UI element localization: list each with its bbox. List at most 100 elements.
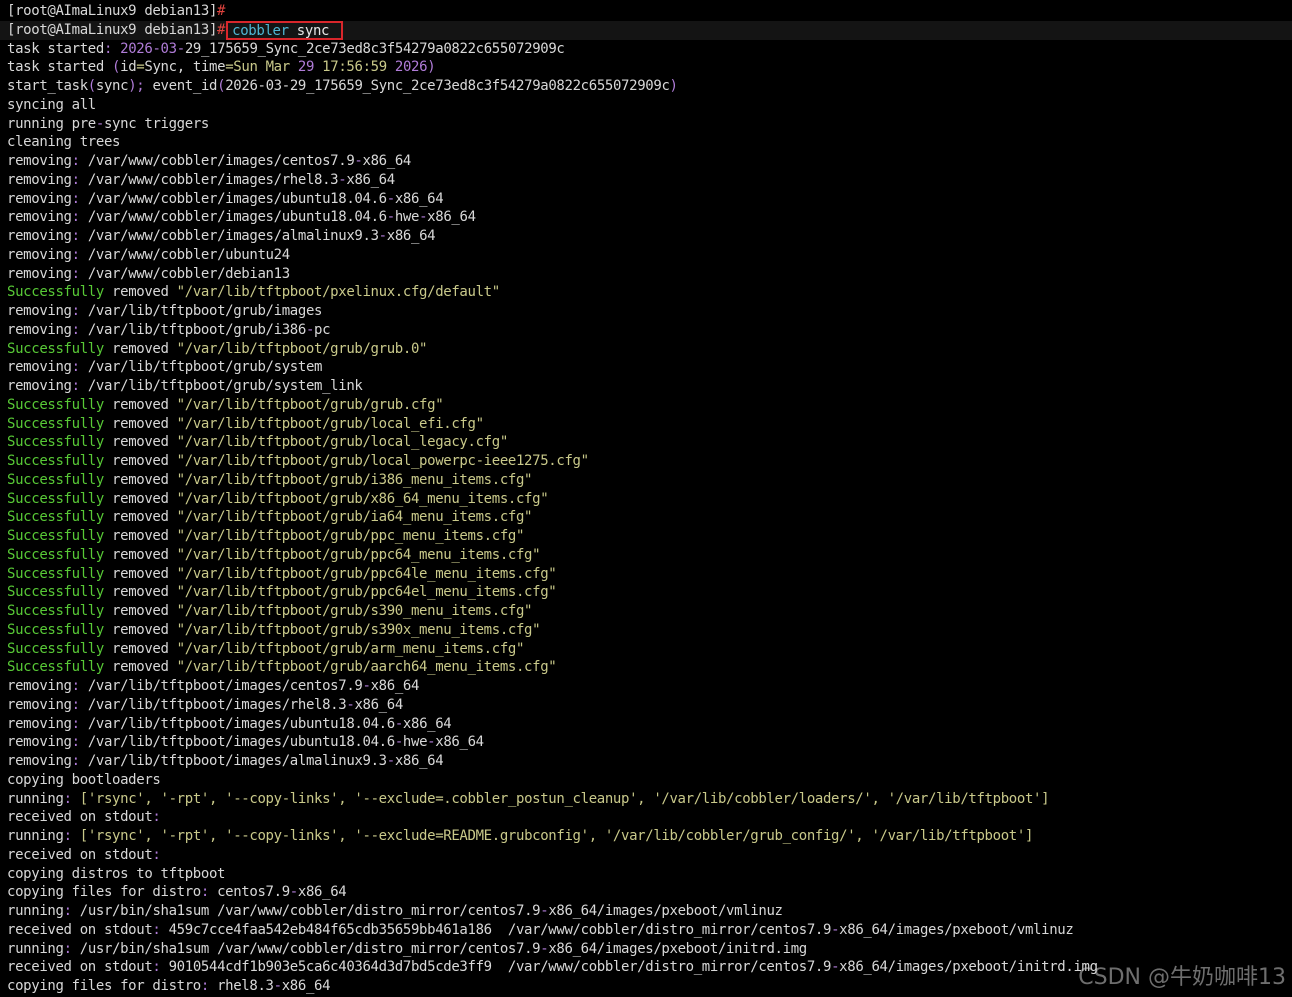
terminal-line: Successfully removed "/var/lib/tftpboot/… <box>7 527 1292 546</box>
output-text: x86_64 <box>362 153 412 169</box>
output-text: : <box>152 959 161 976</box>
output-text: : <box>71 246 80 263</box>
output-text: /var/lib/tftpboot/images/rhel8.3 <box>79 696 347 713</box>
terminal-line: Successfully removed "/var/lib/tftpboot/… <box>7 452 1292 471</box>
output-text: pc <box>314 321 331 338</box>
output-text: removing <box>7 678 72 694</box>
output-text: "/var/lib/tftpboot/grub/i386_menu_items.… <box>176 471 533 488</box>
output-text: removing <box>7 153 72 169</box>
terminal-line: removing: /var/lib/tftpboot/grub/images <box>7 302 1292 321</box>
output-text: sync triggers <box>103 115 209 132</box>
output-text: removed <box>103 284 177 301</box>
terminal-line: removing: /var/lib/tftpboot/grub/system_… <box>7 377 1292 396</box>
output-text: removed <box>103 603 177 619</box>
output-text: /var/www/cobbler/ubuntu24 <box>79 246 290 263</box>
terminal-line: start_task(sync); event_id(2026-03-29_17… <box>7 77 1292 96</box>
output-text: - <box>95 115 104 132</box>
terminal-line: running pre-sync triggers <box>7 115 1292 134</box>
output-text: /usr/bin/sha1sum /var/www/cobbler/distro… <box>71 940 541 957</box>
output-text: "/var/lib/tftpboot/grub/grub.cfg" <box>176 396 444 413</box>
output-text: ( <box>112 59 121 76</box>
terminal-line: copying files for distro: centos7.9-x86_… <box>7 883 1292 902</box>
output-text: : <box>63 903 72 919</box>
terminal-line: running: /usr/bin/sha1sum /var/www/cobbl… <box>7 940 1292 959</box>
output-text: task started <box>7 40 104 57</box>
output-text: - <box>152 40 161 57</box>
output-text: : <box>63 940 72 957</box>
terminal-line: running: ['rsync', '-rpt', '--copy-links… <box>7 790 1292 809</box>
output-text: Successfully <box>7 640 104 657</box>
output-text: Successfully <box>7 340 104 357</box>
output-text: "/var/lib/tftpboot/grub/ia64_menu_items.… <box>176 509 533 526</box>
output-text: /var/www/cobbler/images/rhel8.3 <box>79 171 339 188</box>
output-text: received on stdout <box>7 846 153 863</box>
watermark: CSDN @牛奶咖啡13 <box>1078 965 1286 990</box>
terminal-line: Successfully removed "/var/lib/tftpboot/… <box>7 565 1292 584</box>
output-text: - <box>354 153 363 169</box>
terminal-line: removing: /var/www/cobbler/images/centos… <box>7 152 1292 171</box>
output-text: centos7.9 <box>208 884 290 901</box>
terminal-line: Successfully removed "/var/lib/tftpboot/… <box>7 583 1292 602</box>
output-text: copying bootloaders <box>7 771 161 788</box>
terminal-line: removing: /var/lib/tftpboot/images/ubunt… <box>7 715 1292 734</box>
output-text: : <box>71 734 80 751</box>
output-text: Successfully <box>7 565 104 582</box>
output-text: x86_64 <box>394 753 444 769</box>
output-text: 2026 <box>394 59 428 76</box>
output-text: "/var/lib/tftpboot/grub/x86_64_menu_item… <box>176 490 549 507</box>
output-text: "/var/lib/tftpboot/grub/ppc64le_menu_ite… <box>176 565 557 582</box>
terminal-line: Successfully removed "/var/lib/tftpboot/… <box>7 658 1292 677</box>
output-text: Successfully <box>7 434 104 451</box>
output-text: x86_64 <box>402 715 452 732</box>
output-text: running <box>7 940 64 957</box>
output-text: event_id <box>144 78 218 94</box>
output-text: /var/lib/tftpboot/grub/system_link <box>79 378 363 394</box>
output-text: removing <box>7 228 72 244</box>
output-text: /var/lib/tftpboot/images/ubuntu18.04.6 <box>79 715 395 732</box>
output-text: 29 <box>297 59 315 76</box>
terminal-line: removing: /var/www/cobbler/images/ubuntu… <box>7 190 1292 209</box>
terminal-line: [root@AImaLinux9 debian13]# <box>7 2 1292 21</box>
output-text: : <box>152 921 161 938</box>
output-text: removed <box>103 640 177 657</box>
output-text: - <box>378 228 387 244</box>
output-text: removed <box>103 659 177 676</box>
output-text: /var/www/cobbler/debian13 <box>79 265 290 282</box>
output-text: : <box>71 696 80 713</box>
output-text: ); <box>128 78 145 94</box>
terminal-line: removing: /var/lib/tftpboot/images/cento… <box>7 677 1292 696</box>
terminal-line: task started: 2026-03-29_175659_Sync_2ce… <box>7 40 1292 59</box>
output-text: Successfully <box>7 546 104 563</box>
output-text: : <box>71 153 80 169</box>
highlighted-command-box: cobbler sync <box>226 20 344 40</box>
output-text: - <box>362 678 371 694</box>
output-text: x86_64 <box>427 209 476 226</box>
output-text: Successfully <box>7 453 104 469</box>
output-text: x86_64 <box>354 696 403 713</box>
output-text: removing <box>7 321 72 338</box>
terminal-line: Successfully removed "/var/lib/tftpboot/… <box>7 415 1292 434</box>
output-text: - <box>386 209 395 226</box>
terminal-line: Successfully removed "/var/lib/tftpboot/… <box>7 490 1292 509</box>
output-text: : <box>71 209 80 226</box>
output-text: Successfully <box>7 528 104 544</box>
output-text: : <box>71 228 80 244</box>
output-text: removing <box>7 734 72 751</box>
output-text: x86_64/images/pxeboot/vmlinuz <box>548 903 783 919</box>
output-text: : <box>103 40 121 57</box>
output-text: removed <box>103 546 177 563</box>
output-text: removing <box>7 753 72 769</box>
terminal-line-current-command: [root@AImaLinux9 debian13]# cobbler sync <box>0 20 1292 40</box>
terminal-line: removing: /var/www/cobbler/debian13 <box>7 265 1292 284</box>
terminal-line: Successfully removed "/var/lib/tftpboot/… <box>7 471 1292 490</box>
output-text: removed <box>103 490 177 507</box>
output-text: : <box>71 715 80 732</box>
output-text: /usr/bin/sha1sum /var/www/cobbler/distro… <box>71 903 541 919</box>
output-text: /var/lib/tftpboot/images/centos7.9 <box>79 678 363 694</box>
prompt-hash: # <box>217 21 226 38</box>
output-text: /var/www/cobbler/images/ubuntu18.04.6 <box>79 209 387 226</box>
output-text: : <box>71 753 80 769</box>
terminal-window[interactable]: [root@AImaLinux9 debian13]# [root@AImaLin… <box>0 0 1292 997</box>
output-text: removed <box>103 415 177 432</box>
output-text: : <box>63 790 80 807</box>
